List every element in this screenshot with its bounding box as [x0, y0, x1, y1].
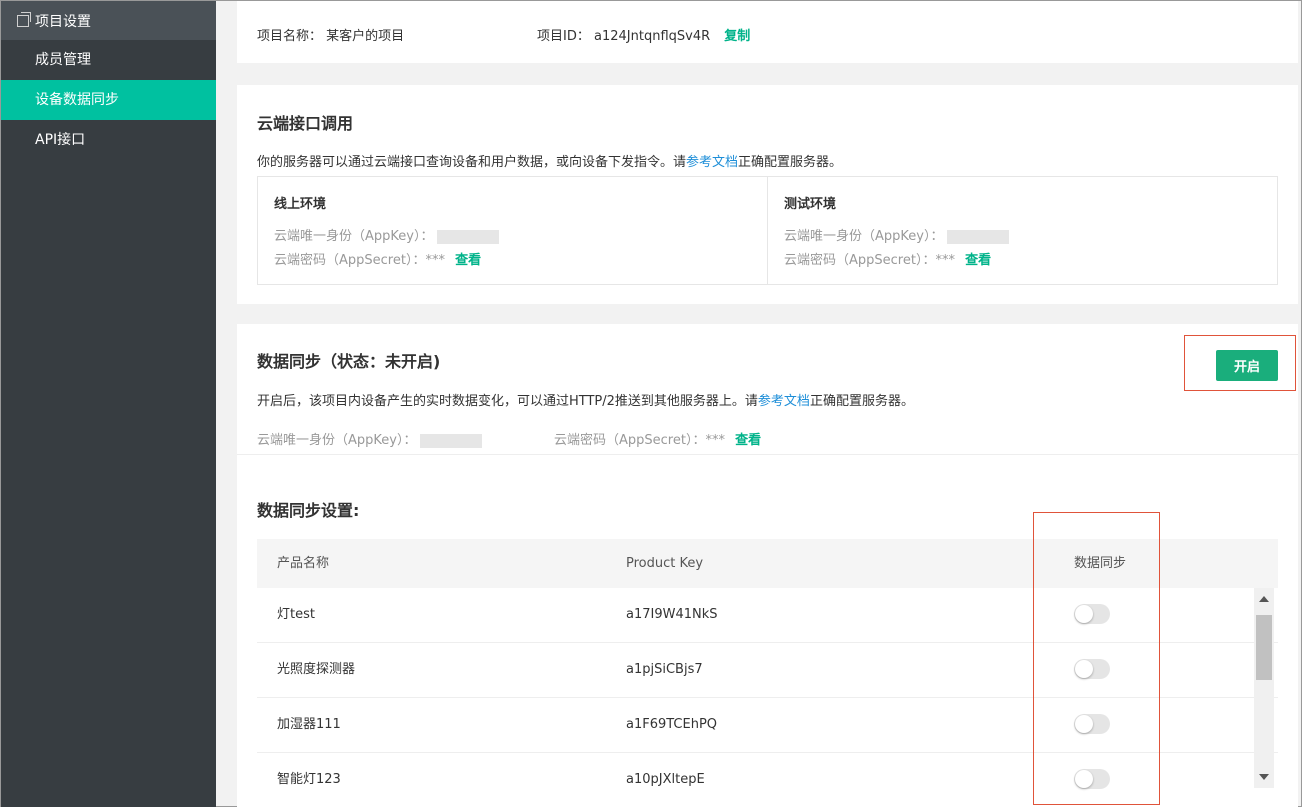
project-name-value: 某客户的项目: [326, 29, 405, 44]
row-product-name: 加湿器111: [277, 717, 341, 732]
data-sync-appkey: 云端唯一身份（AppKey）：: [257, 429, 483, 448]
project-info-card: 项目名称： 某客户的项目 项目ID： a124JntqnflqSv4R 复制: [237, 1, 1298, 63]
table-row: 光照度探测器 a1pjSiCBjs7: [257, 643, 1278, 698]
scroll-thumb[interactable]: [1256, 615, 1272, 680]
table-row: 灯test a17I9W41NkS: [257, 588, 1278, 643]
row-product-key: a1pjSiCBjs7: [626, 662, 703, 677]
table-header: 产品名称 Product Key 数据同步: [257, 539, 1278, 588]
col-product-key: Product Key: [626, 556, 704, 571]
data-sync-desc-text: 开启后，该项目内设备产生的实时数据变化，可以通过HTTP/2推送到其他服务器上。…: [257, 394, 758, 409]
cloud-api-title: 云端接口调用: [257, 114, 354, 133]
sync-settings-card: 数据同步设置: 产品名称 Product Key 数据同步 灯test a17I…: [237, 454, 1298, 807]
test-view-secret-button[interactable]: 查看: [965, 253, 991, 268]
window-icon: [17, 11, 31, 27]
cloud-api-card: 云端接口调用 你的服务器可以通过云端接口查询设备和用户数据，或向设备下发指令。请…: [237, 85, 1298, 304]
project-id: 项目ID： a124JntqnflqSv4R 复制: [537, 25, 750, 44]
table-row: 加湿器111 a1F69TCEhPQ: [257, 698, 1278, 753]
data-sync-secret: 云端密码（AppSecret）：*** 查看: [554, 429, 761, 448]
online-env-title: 线上环境: [274, 197, 327, 212]
sidebar-header-label: 项目设置: [35, 13, 91, 30]
sidebar-header[interactable]: 项目设置: [1, 1, 216, 40]
product-table: 产品名称 Product Key 数据同步 灯test a17I9W41NkS …: [257, 539, 1278, 807]
online-secret: 云端密码（AppSecret）：*** 查看: [274, 249, 481, 268]
cloud-api-desc: 你的服务器可以通过云端接口查询设备和用户数据，或向设备下发指令。请参考文档正确配…: [257, 151, 842, 170]
online-view-secret-button[interactable]: 查看: [455, 253, 481, 268]
data-sync-title: 数据同步（状态：未开启): [257, 352, 441, 371]
data-sync-secret-label: 云端密码（AppSecret）：***: [554, 433, 725, 448]
test-appkey-value-masked: [947, 229, 1010, 244]
data-sync-doc-link[interactable]: 参考文档: [758, 394, 810, 409]
project-id-value: a124JntqnflqSv4R: [594, 29, 711, 44]
test-appkey-label: 云端唯一身份（AppKey）：: [784, 229, 944, 244]
sidebar: 项目设置 成员管理 设备数据同步 API接口: [1, 1, 216, 807]
test-secret-label: 云端密码（AppSecret）：***: [784, 253, 955, 268]
open-sync-button[interactable]: 开启: [1216, 350, 1278, 381]
online-appkey-label: 云端唯一身份（AppKey）：: [274, 229, 434, 244]
project-name-label: 项目名称：: [257, 29, 323, 44]
sync-settings-title: 数据同步设置:: [257, 501, 360, 520]
table-scrollbar[interactable]: [1254, 588, 1274, 788]
data-sync-appkey-label: 云端唯一身份（AppKey）：: [257, 433, 417, 448]
test-env: 测试环境 云端唯一身份（AppKey）： 云端密码（AppSecret）：***…: [768, 177, 1277, 284]
row-product-name: 光照度探测器: [277, 662, 356, 677]
cloud-api-desc-text: 你的服务器可以通过云端接口查询设备和用户数据，或向设备下发指令。请: [257, 155, 687, 170]
sync-toggle[interactable]: [1074, 604, 1110, 624]
row-product-key: a1F69TCEhPQ: [626, 717, 718, 732]
row-product-name: 智能灯123: [277, 772, 341, 787]
test-secret: 云端密码（AppSecret）：*** 查看: [784, 249, 991, 268]
scroll-down-arrow-icon[interactable]: [1259, 774, 1269, 780]
online-appkey-value-masked: [437, 229, 500, 244]
data-sync-desc-suffix: 正确配置服务器。: [809, 394, 914, 409]
data-sync-appkey-value-masked: [420, 433, 483, 448]
row-product-key: a17I9W41NkS: [626, 607, 718, 622]
env-box: 线上环境 云端唯一身份（AppKey）： 云端密码（AppSecret）：***…: [257, 176, 1278, 285]
data-sync-card: 数据同步（状态：未开启) 开启 开启后，该项目内设备产生的实时数据变化，可以通过…: [237, 324, 1298, 454]
project-id-label: 项目ID：: [537, 29, 590, 44]
sync-toggle[interactable]: [1074, 714, 1110, 734]
online-env: 线上环境 云端唯一身份（AppKey）： 云端密码（AppSecret）：***…: [258, 177, 767, 284]
online-secret-label: 云端密码（AppSecret）：***: [274, 253, 445, 268]
sidebar-item-members[interactable]: 成员管理: [1, 40, 216, 80]
row-product-key: a10pJXltepE: [626, 772, 705, 787]
table-row: 智能灯123 a10pJXltepE: [257, 753, 1278, 807]
row-product-name: 灯test: [277, 607, 315, 622]
cloud-api-desc-suffix: 正确配置服务器。: [738, 155, 843, 170]
test-appkey: 云端唯一身份（AppKey）：: [784, 225, 1010, 244]
sync-toggle[interactable]: [1074, 769, 1110, 789]
col-data-sync: 数据同步: [1074, 556, 1127, 571]
data-sync-view-secret-button[interactable]: 查看: [735, 433, 761, 448]
data-sync-desc: 开启后，该项目内设备产生的实时数据变化，可以通过HTTP/2推送到其他服务器上。…: [257, 390, 914, 409]
cloud-api-doc-link[interactable]: 参考文档: [686, 155, 738, 170]
col-product-name: 产品名称: [277, 556, 330, 571]
sidebar-item-api[interactable]: API接口: [1, 120, 216, 160]
project-name: 项目名称： 某客户的项目: [257, 25, 404, 44]
sidebar-item-device-data-sync[interactable]: 设备数据同步: [1, 80, 216, 120]
copy-button[interactable]: 复制: [724, 29, 750, 44]
sync-toggle[interactable]: [1074, 659, 1110, 679]
scroll-up-arrow-icon[interactable]: [1259, 596, 1269, 602]
online-appkey: 云端唯一身份（AppKey）：: [274, 225, 500, 244]
test-env-title: 测试环境: [784, 197, 837, 212]
